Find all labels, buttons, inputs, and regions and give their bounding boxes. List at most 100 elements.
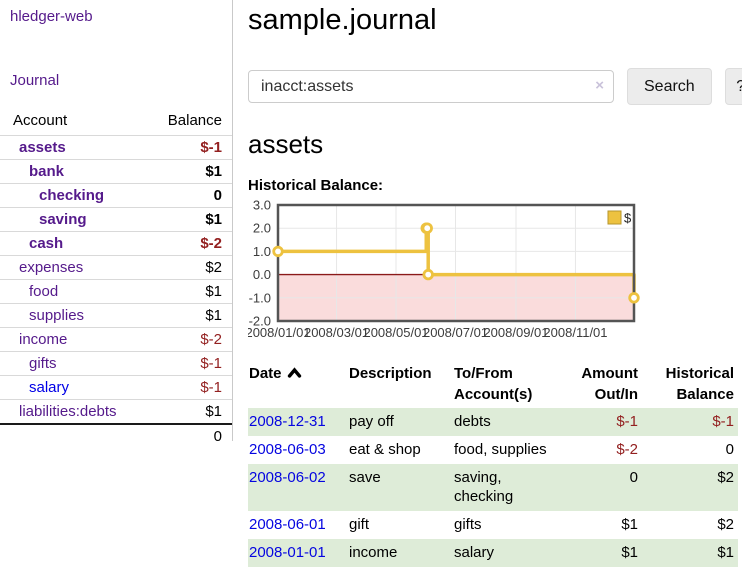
transaction-date-link[interactable]: 2008-12-31 [249,413,326,430]
transaction-description: pay off [345,408,450,436]
account-row: expenses$2 [0,256,232,280]
account-link[interactable]: salary [29,379,69,396]
transaction-date-link[interactable]: 2008-06-01 [249,516,326,533]
search-input-wrapper: × [248,68,614,103]
account-row: supplies $1 [0,304,232,328]
col-header-description: Description [345,360,450,408]
transaction-amount: 0 [560,464,642,511]
transaction-balance: $2 [642,464,738,511]
x-axis-tick-label: 2008/09/01 [483,325,548,340]
register-row: 2008-01-01incomesalary$1$1 [248,539,738,567]
register-row: 2008-06-02 savesaving, checking0$2 [248,464,738,511]
account-link[interactable]: checking [39,187,104,204]
account-balance: $1 [150,304,232,328]
transaction-accounts: salary [450,539,560,567]
account-balance: 0 [150,184,232,208]
accounts-header-account: Account [0,110,150,136]
transaction-date-link[interactable]: 2008-01-01 [249,544,326,561]
search-form: × Search ? [248,68,742,105]
transaction-description: save [345,464,450,511]
transaction-balance: 0 [642,436,738,464]
x-axis-tick-label: 2008/05/01 [363,325,428,340]
account-link[interactable]: supplies [29,307,84,324]
data-point-marker [423,224,432,233]
account-link[interactable]: income [19,331,67,348]
balance-chart-svg: $3.02.01.00.0-1.0-2.02008/01/012008/03/0… [248,198,742,346]
transaction-balance: $1 [642,539,738,567]
account-balance: $-2 [150,232,232,256]
page-title: sample.journal [248,4,742,37]
account-link[interactable]: cash [29,235,63,252]
account-row: liabilities:debts $1 [0,400,232,425]
account-balance: $1 [150,160,232,184]
x-axis-tick-label: 2008/03/01 [304,325,369,340]
register-header-row: Date Description To/From Account(s) Amou… [248,360,738,408]
transaction-date-link[interactable]: 2008-06-03 [249,441,326,458]
transaction-amount: $-1 [560,408,642,436]
clear-search-icon[interactable]: × [595,78,604,93]
transaction-description: gift [345,511,450,539]
account-link[interactable]: bank [29,163,64,180]
accounts-header-balance: Balance [150,110,232,136]
data-point-marker [274,247,283,256]
register-row: 2008-12-31pay offdebts$-1$-1 [248,408,738,436]
account-row: gifts $-1 [0,352,232,376]
account-link[interactable]: food [29,283,58,300]
register-table: Date Description To/From Account(s) Amou… [248,360,738,567]
account-link[interactable]: gifts [29,355,57,372]
register-row: 2008-06-01giftgifts$1$2 [248,511,738,539]
search-input[interactable] [248,70,614,103]
accounts-total-balance: 0 [150,424,232,448]
transaction-amount: $1 [560,511,642,539]
accounts-header-row: Account Balance [0,110,232,136]
x-axis-tick-label: 2008/01/01 [248,325,311,340]
brand-link[interactable]: hledger-web [10,8,232,25]
account-balance: $1 [150,400,232,425]
account-balance: $-1 [150,352,232,376]
account-link[interactable]: liabilities:debts [19,403,117,420]
legend-swatch [608,211,621,224]
transaction-balance: $-1 [642,408,738,436]
transaction-accounts: saving, checking [450,464,560,511]
transaction-accounts: debts [450,408,560,436]
sort-ascending-icon [287,367,302,378]
account-balance: $1 [150,208,232,232]
data-point-marker [424,270,433,279]
col-header-date[interactable]: Date [248,360,345,408]
col-header-balance: Historical Balance [642,360,738,408]
sidebar: hledger-web Journal Account Balance asse… [0,0,233,441]
account-row: salary $-1 [0,376,232,400]
main-content: sample.journal × Search ? assets Histori… [233,0,742,567]
account-row: bank $1 [0,160,232,184]
transaction-accounts: gifts [450,511,560,539]
account-balance: $-1 [150,136,232,160]
col-header-amount: Amount Out/In [560,360,642,408]
account-link[interactable]: expenses [19,259,83,276]
transaction-accounts: food, supplies [450,436,560,464]
account-link[interactable]: saving [39,211,87,228]
accounts-table: Account Balance assets $-1 bank $1 checking 0… [0,110,232,448]
x-axis-tick-label: 2008/07/01 [423,325,488,340]
search-button[interactable]: Search [627,68,712,105]
y-axis-tick-label: 2.0 [253,221,271,236]
y-axis-tick-label: 1.0 [253,244,271,259]
col-header-accounts: To/From Account(s) [450,360,560,408]
account-heading: assets [248,129,742,160]
account-row: cash $-2 [0,232,232,256]
account-row: assets $-1 [0,136,232,160]
journal-link[interactable]: Journal [10,72,232,89]
account-balance: $-2 [150,328,232,352]
data-point-marker [630,294,639,303]
account-balance: $-1 [150,376,232,400]
transaction-date-link[interactable]: 2008-06-02 [249,469,326,486]
account-link[interactable]: assets [19,139,66,156]
account-row: income $-2 [0,328,232,352]
help-button[interactable]: ? [725,68,742,105]
transaction-description: income [345,539,450,567]
y-axis-tick-label: 0.0 [253,267,271,282]
y-axis-tick-label: -1.0 [249,290,271,305]
register-row: 2008-06-03eat & shopfood, supplies$-20 [248,436,738,464]
transaction-amount: $-2 [560,436,642,464]
chart-title: Historical Balance: [248,177,742,194]
app-layout: hledger-web Journal Account Balance asse… [0,0,742,567]
